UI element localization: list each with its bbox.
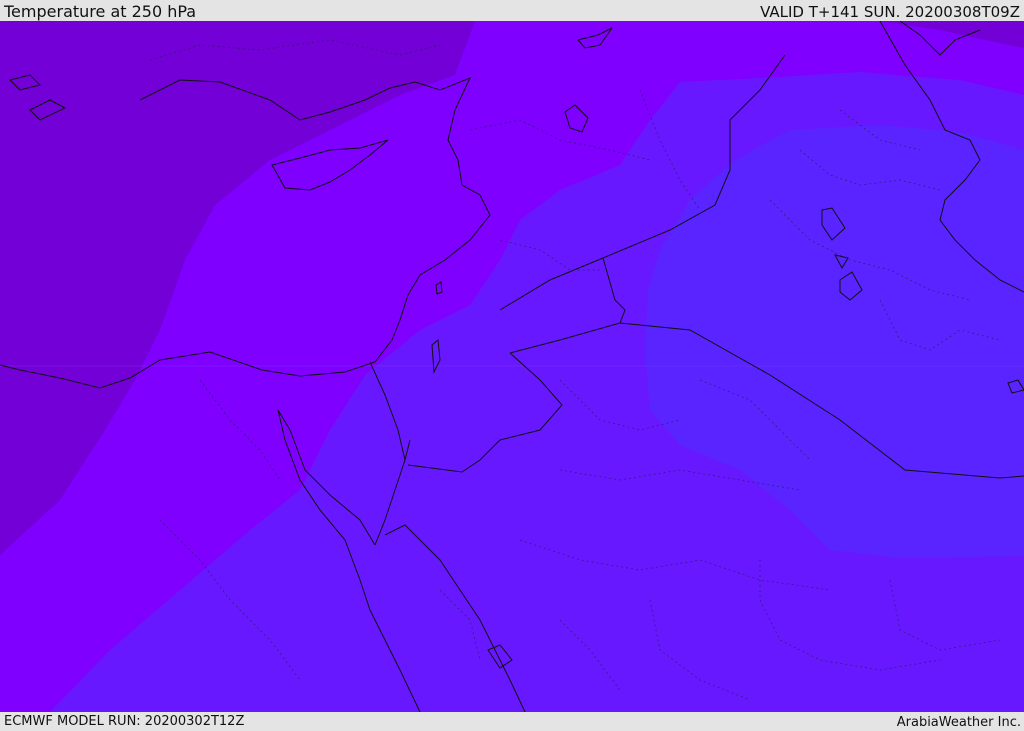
credit-label: ArabiaWeather Inc. xyxy=(896,715,1021,730)
valid-time-label: VALID T+141 SUN. 20200308T09Z xyxy=(760,3,1020,21)
map-canvas xyxy=(0,21,1024,712)
model-run-label: ECMWF MODEL RUN: 20200302T12Z xyxy=(4,714,245,729)
footer-bar: ECMWF MODEL RUN: 20200302T12Z ArabiaWeat… xyxy=(0,712,1024,730)
header-bar: Temperature at 250 hPa VALID T+141 SUN. … xyxy=(0,0,1024,21)
map-title: Temperature at 250 hPa xyxy=(4,2,197,21)
temperature-map[interactable] xyxy=(0,21,1024,712)
